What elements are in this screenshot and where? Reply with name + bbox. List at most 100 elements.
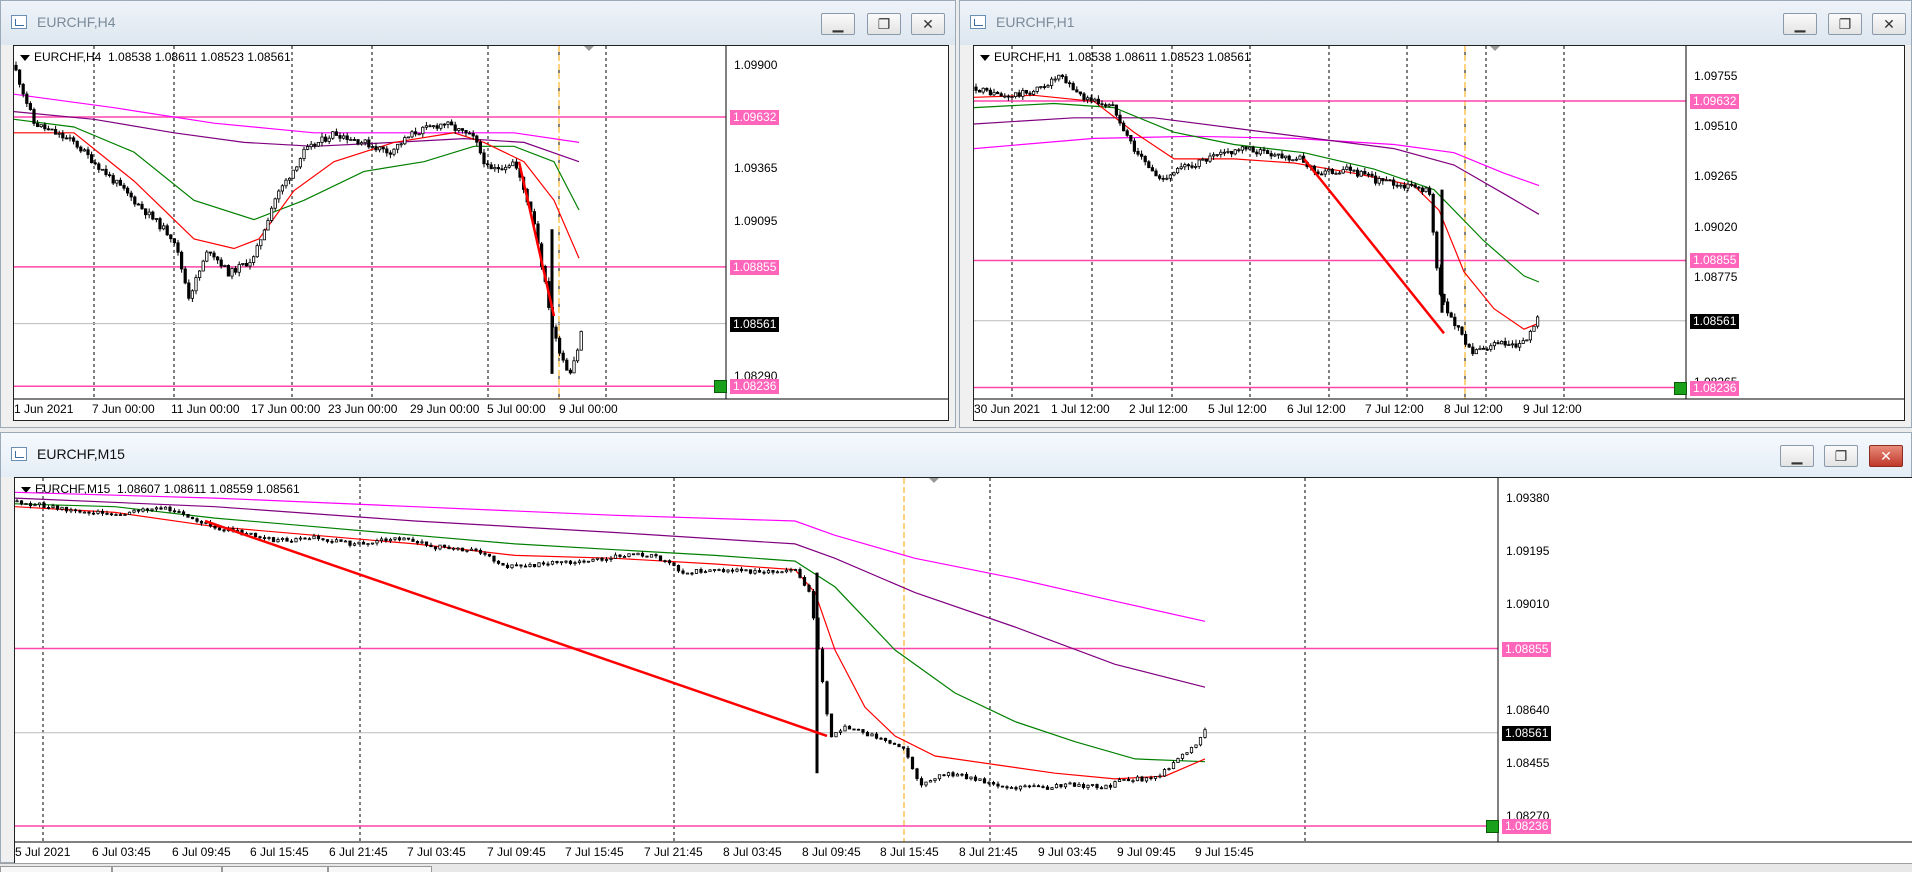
minimize-button[interactable]: ▁ (821, 13, 855, 35)
candle-body (555, 560, 559, 564)
candle-body (681, 570, 685, 574)
minimize-button[interactable]: ▁ (1780, 445, 1814, 467)
maximize-button[interactable]: ❐ (867, 13, 901, 35)
candle-body (442, 544, 447, 548)
candle-body (1345, 166, 1349, 170)
candle-body (694, 569, 699, 574)
candle-body (46, 507, 51, 509)
ma-purple-line (974, 117, 1540, 215)
candle-body (384, 538, 388, 542)
candle-body (43, 124, 47, 130)
candle-body (447, 546, 451, 550)
candle-body (316, 141, 321, 147)
window-titlebar[interactable]: EURCHF,M15 ▁ ❐ ✕ (1, 433, 1911, 477)
candle-body (627, 553, 631, 557)
candle-body (1053, 78, 1057, 81)
candle-body (1381, 178, 1385, 182)
candle-body (1273, 154, 1277, 157)
candle-body (1435, 231, 1439, 269)
close-button[interactable]: ✕ (1872, 13, 1906, 35)
price-chart[interactable]: EURCHF,M15 1.08607 1.08611 1.08559 1.085… (14, 477, 1912, 864)
price-chart[interactable]: EURCHF,H1 1.08538 1.08611 1.08523 1.0856… (973, 45, 1905, 421)
candle-body (90, 154, 94, 164)
candle-body (33, 504, 37, 507)
chart-tab[interactable] (328, 866, 432, 872)
candle-body (295, 166, 299, 171)
candle-body (1114, 104, 1118, 116)
candle-body (982, 778, 987, 784)
candle-body (352, 543, 357, 546)
chart-tab[interactable] (222, 866, 328, 872)
candle-body (1121, 122, 1126, 132)
chart-window-h1[interactable]: EURCHF,H1 ▁ ❐ ✕ EURCHF,H1 1.08538 1.0861… (959, 0, 1912, 428)
candle-body (402, 537, 406, 541)
maximize-button[interactable]: ❐ (1824, 445, 1858, 467)
candle-body (811, 591, 816, 619)
candle-body (1183, 164, 1187, 168)
candle-body (213, 525, 217, 529)
chart-window-h4[interactable]: EURCHF,H4 ▁ ❐ ✕ EURCHF,H4 1.08538 1.0861… (0, 0, 956, 428)
candle-body (334, 539, 339, 543)
candle-body (352, 139, 357, 141)
close-button[interactable]: ✕ (911, 13, 945, 35)
chart-window-m15[interactable]: EURCHF,M15 ▁ ❐ ✕ EURCHF,M15 1.08607 1.08… (0, 432, 1912, 864)
candle-body (888, 740, 892, 744)
time-tick-label: 7 Jul 21:45 (644, 845, 703, 859)
candle-body (883, 737, 888, 741)
window-titlebar[interactable]: EURCHF,H1 ▁ ❐ ✕ (960, 1, 1911, 45)
candle-body (1481, 347, 1486, 350)
candle-body (345, 135, 349, 141)
price-tick-label: 1.09095 (734, 213, 778, 228)
candle-body (825, 681, 829, 715)
candle-body (807, 584, 811, 592)
candle-body (253, 532, 258, 538)
candle-body (507, 165, 511, 168)
candle-body (309, 143, 313, 148)
candle-body (564, 560, 568, 563)
candle-body (978, 89, 982, 93)
candle-body (1449, 312, 1453, 318)
candle-body (1189, 747, 1194, 754)
candle-body (1467, 343, 1471, 348)
candle-body (1059, 784, 1063, 788)
window-titlebar[interactable]: EURCHF,H4 ▁ ❐ ✕ (1, 1, 955, 45)
candle-body (1167, 768, 1171, 771)
time-tick-label: 9 Jul 12:00 (1523, 402, 1582, 416)
candle-body (496, 560, 501, 564)
candle-body (151, 211, 155, 220)
candle-body (307, 538, 312, 541)
candle-body (273, 198, 277, 209)
candle-body (1023, 785, 1027, 788)
candle-body (68, 137, 72, 140)
candle-body (251, 256, 256, 263)
candle-body (572, 360, 576, 374)
candle-body (395, 143, 400, 150)
candle-body (32, 109, 36, 124)
candle-body (1014, 787, 1018, 790)
level-price-label: 1.08855 (730, 259, 780, 275)
candle-body (1229, 150, 1234, 155)
minimize-button[interactable]: ▁ (1783, 13, 1817, 35)
maximize-button[interactable]: ❐ (1828, 13, 1862, 35)
candle-body (879, 737, 883, 740)
candle-body (1165, 177, 1169, 180)
candle-body (259, 239, 263, 247)
candle-body (357, 541, 361, 545)
time-tick-label: 9 Jul 09:45 (1117, 845, 1176, 859)
candle-body (1000, 785, 1005, 788)
shift-marker-icon (929, 478, 939, 483)
candle-body (478, 549, 483, 554)
close-button[interactable]: ✕ (1869, 445, 1903, 467)
candle-body (1045, 786, 1050, 790)
candle-body (141, 508, 145, 512)
price-chart[interactable]: EURCHF,H4 1.08538 1.08611 1.08523 1.0856… (13, 45, 949, 421)
time-tick-label: 1 Jul 12:00 (1051, 402, 1110, 416)
chart-tab[interactable] (112, 866, 222, 872)
candle-body (267, 537, 271, 539)
candle-body (622, 556, 627, 558)
chart-tab[interactable] (0, 866, 112, 872)
candle-body (1532, 325, 1536, 332)
ema-red-line (14, 132, 580, 259)
candle-body (366, 543, 370, 545)
candle-body (406, 537, 411, 540)
